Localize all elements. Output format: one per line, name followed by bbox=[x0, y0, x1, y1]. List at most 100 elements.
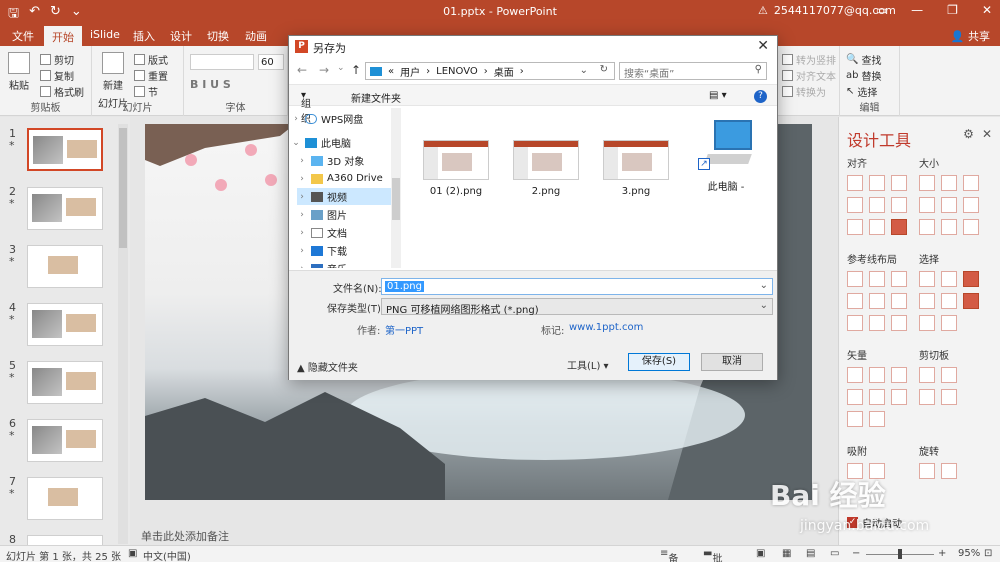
bold-button[interactable]: B I U S bbox=[190, 78, 231, 91]
select-icon[interactable] bbox=[941, 315, 957, 331]
expand-icon[interactable]: › bbox=[297, 210, 307, 220]
filetype-dropdown-icon[interactable]: ⌄ bbox=[760, 300, 768, 311]
up-icon[interactable]: ↑ bbox=[351, 63, 361, 77]
tree-item-a360[interactable]: › A360 Drive bbox=[297, 170, 397, 187]
tree-item-wps[interactable]: › WPS网盘 bbox=[291, 110, 391, 127]
convert-button[interactable]: 转换为 bbox=[782, 84, 826, 99]
forward-icon[interactable]: → bbox=[319, 63, 329, 77]
slideshow-icon[interactable]: ▭ bbox=[830, 548, 839, 559]
guide-left-icon[interactable] bbox=[847, 271, 863, 287]
zoom-slider-handle[interactable] bbox=[898, 549, 902, 559]
expand-icon[interactable]: › bbox=[297, 156, 307, 166]
cancel-button[interactable]: 取消 bbox=[701, 353, 763, 371]
close-window-icon[interactable]: ✕ bbox=[982, 3, 992, 17]
reading-view-icon[interactable]: ▤ bbox=[806, 548, 815, 559]
notes-pane[interactable]: 单击此处添加备注 bbox=[133, 524, 820, 544]
guide-right-icon[interactable] bbox=[869, 271, 885, 287]
tags-value[interactable]: www.1ppt.com bbox=[569, 322, 643, 333]
replace-button[interactable]: ab 替换 bbox=[846, 68, 881, 83]
scrollbar-thumb[interactable] bbox=[119, 128, 127, 248]
slide-thumbnail-6[interactable] bbox=[27, 419, 103, 462]
fragment-icon[interactable] bbox=[891, 367, 907, 383]
breadcrumb-desktop[interactable]: 桌面 bbox=[494, 64, 514, 79]
select-similar-icon[interactable] bbox=[941, 271, 957, 287]
align-middle-icon[interactable] bbox=[869, 197, 885, 213]
normal-view-icon[interactable]: ▣ bbox=[756, 548, 765, 559]
guide-up-icon[interactable] bbox=[847, 293, 863, 309]
collapse-icon[interactable]: ⌄ bbox=[291, 138, 301, 148]
align-top-icon[interactable] bbox=[847, 197, 863, 213]
tab-file[interactable]: 文件 bbox=[12, 28, 34, 44]
align-left-icon[interactable] bbox=[847, 175, 863, 191]
copy-icon[interactable] bbox=[919, 367, 935, 383]
split-icon[interactable] bbox=[869, 411, 885, 427]
tree-item-pictures[interactable]: › 图片 bbox=[297, 206, 397, 223]
tree-item-downloads[interactable]: › 下载 bbox=[297, 242, 397, 259]
size-icon[interactable] bbox=[919, 219, 935, 235]
same-height-icon[interactable] bbox=[941, 175, 957, 191]
file-item[interactable]: 3.png bbox=[597, 140, 675, 197]
grid-icon[interactable] bbox=[891, 219, 907, 235]
guide-center-icon[interactable] bbox=[891, 271, 907, 287]
tab-insert[interactable]: 插入 bbox=[133, 28, 155, 44]
share-button[interactable]: 👤 共享 bbox=[951, 28, 990, 44]
size-icon[interactable] bbox=[919, 197, 935, 213]
text-icon[interactable] bbox=[847, 411, 863, 427]
file-item[interactable]: ↗ 此电脑 - bbox=[687, 120, 765, 193]
language-indicator[interactable]: 中文(中国) bbox=[143, 548, 191, 562]
save-button[interactable]: 保存(S) bbox=[628, 353, 690, 371]
tools-button[interactable]: 工具(L) ▾ bbox=[567, 357, 609, 372]
slide-thumbnail-8[interactable] bbox=[27, 535, 103, 545]
author-value[interactable]: 第一PPT bbox=[385, 322, 423, 337]
slide-sorter-icon[interactable]: ▦ bbox=[782, 548, 791, 559]
zoom-level[interactable]: 95% bbox=[958, 548, 980, 559]
tab-animations[interactable]: 动画 bbox=[245, 28, 267, 44]
expand-icon[interactable]: › bbox=[297, 174, 307, 184]
align-center-icon[interactable] bbox=[869, 175, 885, 191]
select-same-icon[interactable] bbox=[919, 271, 935, 287]
zoom-in-icon[interactable]: + bbox=[938, 548, 946, 559]
paste-button[interactable]: 粘贴 bbox=[8, 52, 30, 92]
file-item[interactable]: 2.png bbox=[507, 140, 585, 197]
tree-item-videos[interactable]: › 视频 bbox=[297, 188, 397, 205]
zoom-out-icon[interactable]: − bbox=[852, 548, 860, 559]
union-icon[interactable] bbox=[847, 367, 863, 383]
filename-input[interactable]: 01.png ⌄ bbox=[381, 278, 773, 295]
rotate-icon[interactable] bbox=[919, 463, 935, 479]
font-size-select[interactable]: 60 bbox=[258, 54, 284, 70]
restore-icon[interactable]: ❐ bbox=[947, 3, 958, 17]
tree-scrollbar-thumb[interactable] bbox=[392, 178, 400, 220]
expand-icon[interactable]: › bbox=[291, 114, 301, 124]
filetype-select[interactable]: PNG 可移植网络图形格式 (*.png) ⌄ bbox=[381, 298, 773, 316]
back-icon[interactable]: ← bbox=[297, 63, 307, 77]
find-button[interactable]: 🔍 查找 bbox=[846, 52, 881, 67]
organize-button[interactable]: 组织 ▾ bbox=[301, 90, 311, 125]
spell-check-icon[interactable]: ▣ bbox=[128, 548, 137, 559]
expand-icon[interactable]: › bbox=[297, 228, 307, 238]
tab-transitions[interactable]: 切换 bbox=[207, 28, 229, 44]
rotate-icon[interactable] bbox=[941, 463, 957, 479]
eyedropper-icon[interactable] bbox=[963, 271, 979, 287]
slide-thumbnail-2[interactable] bbox=[27, 187, 103, 230]
layout-button[interactable]: 版式 bbox=[134, 52, 168, 67]
same-size-icon[interactable] bbox=[963, 175, 979, 191]
text-direction-button[interactable]: 转为竖排 bbox=[782, 52, 836, 67]
align-bottom-icon[interactable] bbox=[891, 197, 907, 213]
select-icon[interactable] bbox=[919, 293, 935, 309]
slide-thumbnail-1[interactable] bbox=[27, 128, 103, 171]
ribbon-display-icon[interactable]: ▭ bbox=[876, 3, 887, 17]
breadcrumb-overflow[interactable]: « bbox=[388, 66, 394, 77]
comments-button[interactable]: ▬ 批注 bbox=[703, 548, 722, 562]
notes-button[interactable]: ≡ 备注 bbox=[660, 548, 678, 562]
minimize-icon[interactable]: — bbox=[911, 3, 923, 17]
settings-icon[interactable]: ⚙ bbox=[963, 127, 974, 141]
copy-button[interactable]: 复制 bbox=[40, 68, 74, 83]
help-icon[interactable]: ? bbox=[754, 90, 767, 103]
guide-down-icon[interactable] bbox=[869, 293, 885, 309]
size-icon[interactable] bbox=[963, 197, 979, 213]
guide-icon[interactable] bbox=[891, 293, 907, 309]
paste-icon[interactable] bbox=[941, 367, 957, 383]
format-painter-button[interactable]: 格式刷 bbox=[40, 84, 84, 99]
breadcrumb-lenovo[interactable]: LENOVO bbox=[436, 66, 478, 77]
font-name-select[interactable] bbox=[190, 54, 254, 70]
